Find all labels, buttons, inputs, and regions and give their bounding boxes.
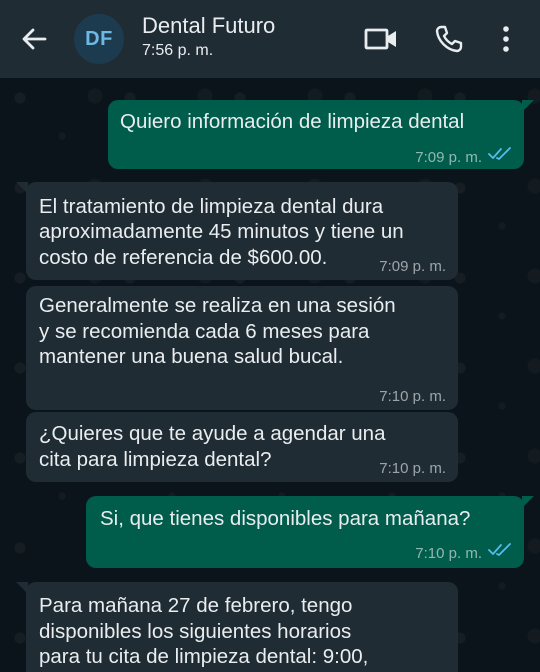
- message-time: 7:10 p. m.: [415, 545, 482, 562]
- message-text-line: Generalmente se realiza en una sesión: [39, 294, 396, 317]
- bubble-tail: [522, 100, 534, 112]
- message-text-line: ¿Quieres que te ayude a agendar una: [39, 422, 386, 445]
- message-text-line: y se recomienda cada 6 meses para: [39, 320, 370, 343]
- message-text: Si, que tienes disponibles para mañana?: [100, 507, 471, 530]
- message-text-line: aproximadamente 45 minutos y tiene un: [39, 220, 404, 243]
- message-text-line: El tratamiento de limpieza dental dura: [39, 195, 384, 218]
- message-incoming[interactable]: Para mañana 27 de febrero, tengo disponi…: [16, 582, 458, 672]
- message-text-line: para tu cita de limpieza dental: 9:00,: [39, 645, 369, 668]
- message-incoming[interactable]: El tratamiento de limpieza dental dura a…: [16, 182, 458, 280]
- message-incoming[interactable]: ¿Quieres que te ayude a agendar una cita…: [26, 412, 458, 482]
- chat-area[interactable]: Quiero información de limpieza dental 7:…: [0, 78, 540, 672]
- message-outgoing[interactable]: Quiero información de limpieza dental 7:…: [108, 100, 534, 169]
- bubble-tail: [16, 582, 28, 594]
- message-incoming[interactable]: Generalmente se realiza en una sesión y …: [26, 286, 458, 410]
- contact-status: 7:56 p. m.: [142, 42, 214, 59]
- bubble-tail: [16, 182, 28, 194]
- bubble-tail: [522, 496, 534, 508]
- contact-name[interactable]: Dental Futuro: [142, 13, 275, 39]
- message-text-line: costo de referencia de $600.00.: [39, 246, 328, 269]
- message-text-line: cita para limpieza dental?: [39, 448, 272, 471]
- back-arrow-icon[interactable]: [20, 25, 48, 53]
- message-time: 7:09 p. m.: [379, 258, 446, 275]
- message-text: Quiero información de limpieza dental: [120, 110, 465, 133]
- read-ticks-icon: [488, 543, 511, 556]
- message-text-line: Para mañana 27 de febrero, tengo: [39, 594, 353, 617]
- phone-icon[interactable]: [434, 24, 464, 54]
- message-time: 7:10 p. m.: [379, 388, 446, 405]
- chat-header: DF Dental Futuro 7:56 p. m.: [0, 0, 540, 78]
- avatar[interactable]: DF: [74, 14, 124, 64]
- more-vert-icon[interactable]: [496, 24, 516, 54]
- message-time: 7:10 p. m.: [379, 460, 446, 477]
- message-text-line: mantener una buena salud bucal.: [39, 345, 344, 368]
- read-ticks-icon: [488, 147, 511, 160]
- message-outgoing[interactable]: Si, que tienes disponibles para mañana? …: [86, 496, 534, 568]
- video-camera-icon[interactable]: [364, 24, 398, 54]
- message-time: 7:09 p. m.: [415, 149, 482, 166]
- message-text-line: disponibles los siguientes horarios: [39, 620, 352, 643]
